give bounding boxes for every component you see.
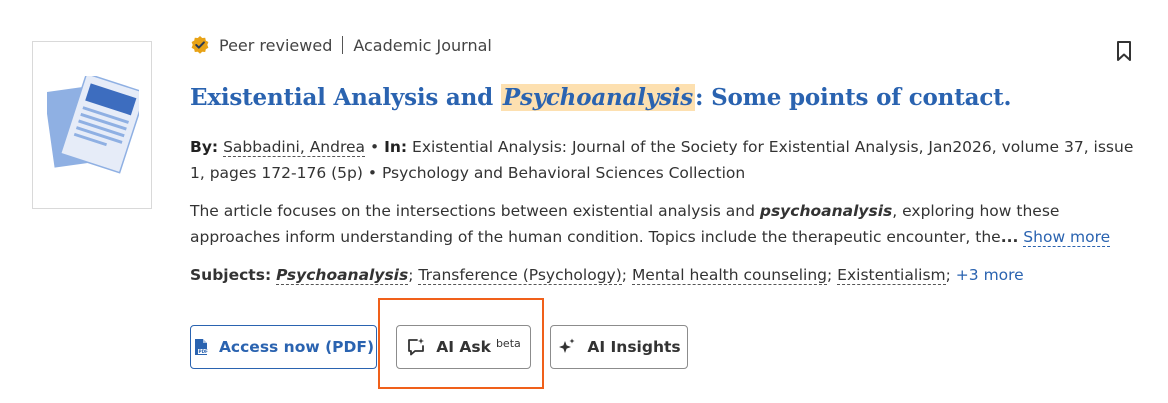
subject-link[interactable]: Existentialism <box>837 266 946 285</box>
source-type-label: Academic Journal <box>353 35 492 55</box>
beta-badge: beta <box>495 336 521 350</box>
abstract-search-highlight: psychoanalysis <box>759 202 893 220</box>
ai-insights-label: AI Insights <box>587 338 681 356</box>
more-subjects-link[interactable]: +3 more <box>956 266 1024 284</box>
in-label: In: <box>384 138 408 156</box>
ai-ask-label: AI Ask <box>436 338 491 356</box>
result-byline: By: Sabbadini, Andrea • In: Existential … <box>190 134 1135 186</box>
show-more-link[interactable]: Show more <box>1023 228 1111 247</box>
ai-ask-button[interactable]: AI Ask beta <box>396 325 531 369</box>
pdf-icon: PDF <box>194 339 208 355</box>
access-pdf-label: Access now (PDF) <box>218 338 375 356</box>
title-text-after: : Some points of contact. <box>695 84 1012 111</box>
subject-link[interactable]: Psychoanalysis <box>276 266 409 285</box>
result-subjects: Subjects: Psychoanalysis; Transference (… <box>190 266 1024 285</box>
subject-link[interactable]: Mental health counseling <box>631 266 828 285</box>
document-icon <box>47 76 139 174</box>
author-link[interactable]: Sabbadini, Andrea <box>223 138 366 157</box>
result-abstract: The article focuses on the intersections… <box>190 198 1135 250</box>
title-search-highlight: Psychoanalysis <box>500 84 695 111</box>
result-title-link[interactable]: Existential Analysis and Psychoanalysis:… <box>190 84 1012 111</box>
chat-sparkle-icon <box>408 338 425 356</box>
by-label: By: <box>190 138 219 156</box>
ai-insights-button[interactable]: AI Insights <box>550 325 688 369</box>
svg-text:PDF: PDF <box>198 349 208 354</box>
bullet: • <box>369 138 380 156</box>
result-thumbnail[interactable] <box>32 41 152 209</box>
subjects-label: Subjects: <box>190 266 272 284</box>
bullet: • <box>367 164 378 182</box>
sparkle-icon <box>559 338 575 353</box>
check-badge-icon <box>191 36 209 54</box>
access-pdf-button[interactable]: PDF Access now (PDF) <box>190 325 377 369</box>
collection-name: Psychology and Behavioral Sciences Colle… <box>381 164 746 182</box>
peer-reviewed-label: Peer reviewed <box>219 35 333 55</box>
abstract-text-before: The article focuses on the intersections… <box>190 202 760 220</box>
abstract-ellipsis: ... <box>1000 228 1019 246</box>
title-text-before: Existential Analysis and <box>190 84 501 111</box>
meta-divider <box>342 36 344 54</box>
result-meta: Peer reviewed Academic Journal <box>190 34 492 56</box>
subject-link[interactable]: Transference (Psychology) <box>418 266 622 285</box>
bookmark-icon[interactable] <box>1114 40 1134 62</box>
